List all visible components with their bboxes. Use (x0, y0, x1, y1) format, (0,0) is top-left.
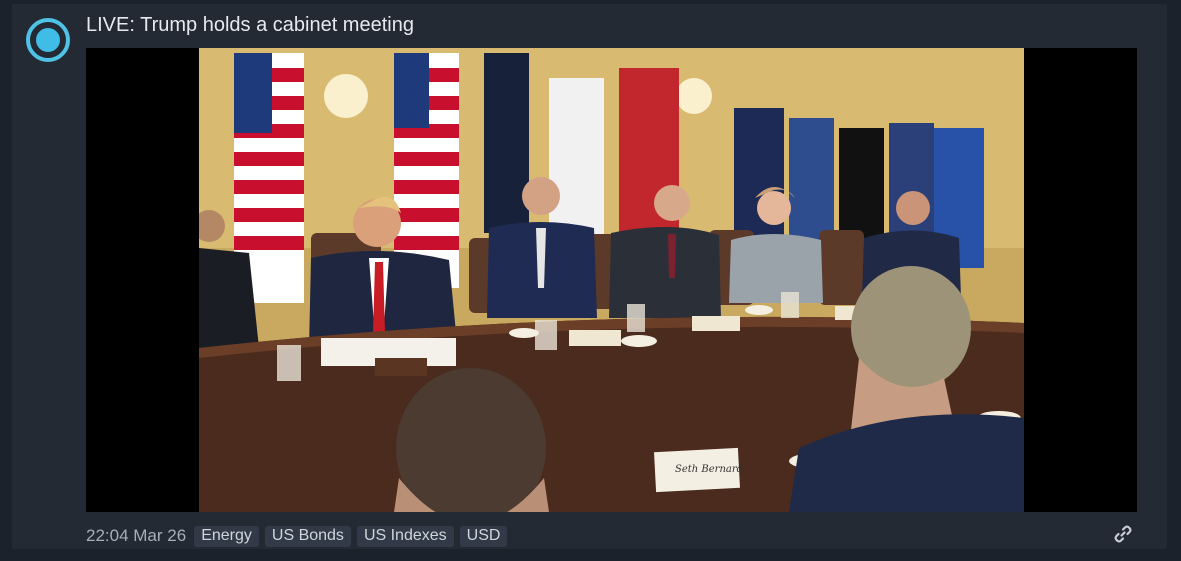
video-still: Seth Bernard (199, 48, 1024, 512)
link-icon[interactable] (1113, 524, 1133, 544)
navy-flag (484, 53, 529, 233)
place-card (569, 330, 621, 346)
flag (889, 123, 934, 248)
tag-energy[interactable]: Energy (194, 525, 259, 547)
chair (819, 230, 864, 305)
saucer (621, 335, 657, 347)
post-meta: 22:04 Mar 26 Energy US Bonds US Indexes … (86, 524, 508, 548)
place-card (692, 316, 740, 331)
video-frame[interactable]: Seth Bernard (86, 48, 1137, 512)
podium-box (375, 358, 427, 376)
sconce-light (324, 74, 368, 118)
water-glass (781, 292, 799, 318)
flag (734, 108, 784, 248)
sconce-light (676, 78, 712, 114)
tag-us-bonds[interactable]: US Bonds (264, 525, 351, 547)
flag (789, 118, 834, 248)
tag-us-indexes[interactable]: US Indexes (356, 525, 454, 547)
live-dot (36, 28, 60, 52)
svg-text:Seth Bernard: Seth Bernard (675, 464, 743, 475)
saucer (745, 305, 773, 315)
post-title[interactable]: LIVE: Trump holds a cabinet meeting (86, 14, 414, 37)
post-timestamp: 22:04 Mar 26 (86, 526, 187, 545)
saucer (509, 328, 539, 338)
water-glass (627, 304, 645, 332)
water-glass (535, 320, 557, 350)
tag-usd[interactable]: USD (459, 525, 508, 547)
water-glass (277, 345, 301, 381)
foreground-place-card: Seth Bernard (654, 447, 743, 493)
live-broadcast-icon (26, 18, 70, 62)
army-flag (549, 78, 604, 248)
